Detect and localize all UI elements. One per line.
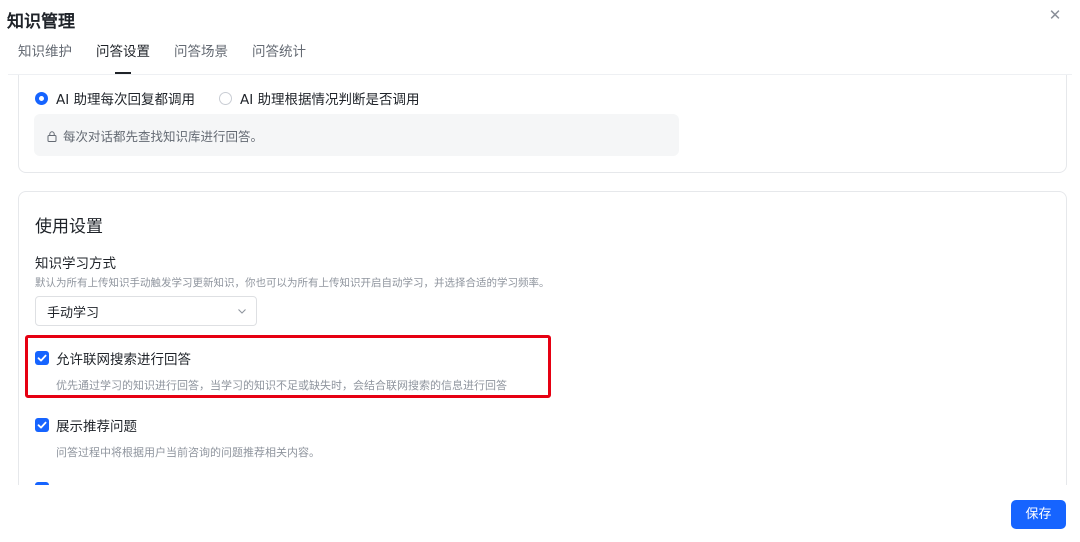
- tab-knowledge-maintenance[interactable]: 知识维护: [18, 42, 72, 74]
- tab-bar: 知识维护 问答设置 问答场景 问答统计: [18, 42, 330, 74]
- tab-qa-settings[interactable]: 问答设置: [96, 42, 150, 74]
- highlight-box: [25, 335, 551, 398]
- tab-qa-statistics[interactable]: 问答统计: [252, 42, 306, 74]
- learning-method-title: 知识学习方式: [35, 256, 116, 272]
- learning-method-value: 手动学习: [47, 305, 100, 321]
- cutoff-checkbox[interactable]: [35, 482, 49, 485]
- recommend-option: 展示推荐问题 问答过程中将根据用户当前咨询的问题推荐相关内容。: [35, 415, 320, 460]
- radio-always-call[interactable]: [35, 91, 48, 105]
- lock-icon: [47, 130, 57, 142]
- radio-judge-call[interactable]: [219, 91, 233, 105]
- recommend-label[interactable]: 展示推荐问题: [56, 415, 137, 435]
- save-button[interactable]: 保存: [1011, 500, 1066, 529]
- section-title: 使用设置: [35, 217, 103, 237]
- radio-always-call-label[interactable]: AI 助理每次回复都调用: [56, 88, 195, 108]
- call-mode-info-box: 每次对话都先查找知识库进行回答。: [34, 114, 679, 156]
- settings-scroll-area[interactable]: AI 助理每次回复都调用 AI 助理根据情况判断是否调用 每次对话都先查找知识库…: [0, 75, 1080, 485]
- tab-qa-scenarios[interactable]: 问答场景: [174, 42, 228, 74]
- learning-method-select[interactable]: 手动学习: [35, 296, 257, 326]
- chevron-down-icon: [236, 305, 248, 317]
- learning-method-desc: 默认为所有上传知识手动触发学习更新知识，你也可以为所有上传知识开启自动学习，并选…: [35, 277, 550, 289]
- close-icon[interactable]: ✕: [1046, 6, 1064, 24]
- call-mode-card: AI 助理每次回复都调用 AI 助理根据情况判断是否调用 每次对话都先查找知识库…: [18, 75, 1067, 173]
- call-mode-info-text: 每次对话都先查找知识库进行回答。: [63, 128, 264, 144]
- recommend-desc: 问答过程中将根据用户当前咨询的问题推荐相关内容。: [56, 446, 320, 459]
- cutoff-option: [35, 482, 56, 485]
- radio-judge-call-label[interactable]: AI 助理根据情况判断是否调用: [240, 88, 420, 108]
- dialog-title: 知识管理: [7, 12, 75, 32]
- recommend-checkbox[interactable]: [35, 418, 49, 432]
- call-mode-radio-group: AI 助理每次回复都调用 AI 助理根据情况判断是否调用: [35, 88, 444, 108]
